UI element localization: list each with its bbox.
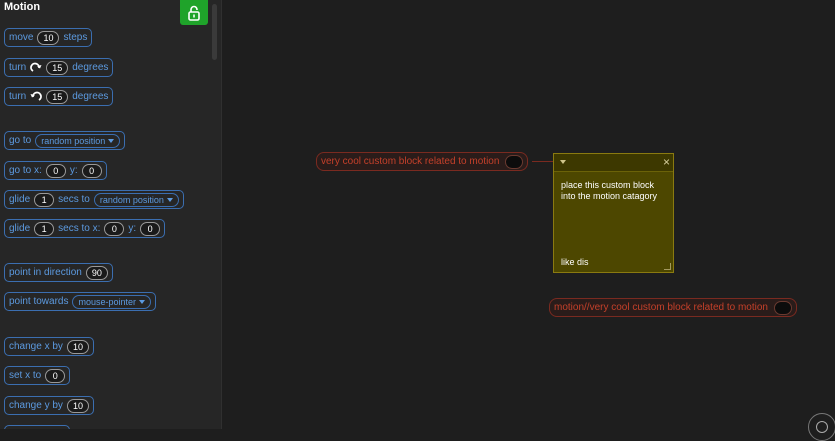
point-towards-block[interactable]: point towards mouse-pointer <box>4 292 157 311</box>
x-input[interactable]: 0 <box>45 163 66 178</box>
close-icon[interactable]: × <box>663 155 670 169</box>
block-label: secs to <box>58 194 90 205</box>
collapse-chevron-icon[interactable] <box>560 160 566 164</box>
set-x-block[interactable]: set x to 0 <box>4 366 71 385</box>
steps-input[interactable]: 10 <box>37 30 60 45</box>
dropdown-value: random position <box>99 194 164 205</box>
boolean-slot[interactable] <box>773 300 792 315</box>
resize-handle-icon[interactable] <box>664 263 671 270</box>
block-label: change x by <box>9 341 63 352</box>
block-label: go to <box>9 135 32 146</box>
block-label: change y by <box>9 400 63 411</box>
category-title: Motion <box>4 1 41 13</box>
secs-input[interactable]: 1 <box>34 192 55 207</box>
block-label: degrees <box>72 62 109 73</box>
secs-input[interactable]: 1 <box>34 221 55 236</box>
rotate-left-icon <box>30 91 43 101</box>
set-y-block-partial[interactable] <box>4 425 70 429</box>
go-to-xy-block[interactable]: go to x: 0 y: 0 <box>4 161 107 180</box>
zoom-icon <box>816 421 828 433</box>
go-to-block[interactable]: go to random position <box>4 131 126 150</box>
rotate-right-icon <box>30 62 42 72</box>
zoom-button[interactable] <box>808 413 835 441</box>
custom-block-definition[interactable]: very cool custom block related to motion <box>316 152 529 171</box>
block-label: secs to x: <box>58 223 101 234</box>
chevron-down-icon <box>139 299 146 304</box>
block-label: glide <box>9 194 31 205</box>
point-in-direction-block[interactable]: point in direction 90 <box>4 263 113 282</box>
block-label: steps <box>63 32 88 43</box>
palette-scrollbar[interactable] <box>212 4 217 60</box>
value-input[interactable]: 10 <box>66 339 89 354</box>
block-label: motion//very cool custom block related t… <box>554 302 768 313</box>
lock-icon <box>188 5 200 21</box>
change-y-block[interactable]: change y by 10 <box>4 396 94 415</box>
block-label: glide <box>9 223 31 234</box>
block-label: set x to <box>9 370 42 381</box>
block-label: y: <box>128 223 137 234</box>
value-input[interactable]: 0 <box>45 368 66 383</box>
glide-xy-block[interactable]: glide 1 secs to x: 0 y: 0 <box>4 219 166 238</box>
turn-right-block[interactable]: turn 15 degrees <box>4 58 114 77</box>
block-label: very cool custom block related to motion <box>321 156 500 167</box>
block-label: degrees <box>72 91 109 102</box>
comment-connector-line <box>532 161 554 162</box>
degrees-input[interactable]: 15 <box>46 89 69 104</box>
chevron-down-icon <box>166 197 173 202</box>
y-input[interactable]: 0 <box>81 163 102 178</box>
degrees-input[interactable]: 15 <box>46 60 69 75</box>
block-label: move <box>9 32 34 43</box>
target-dropdown[interactable]: random position <box>35 133 121 148</box>
comment-textarea[interactable]: place this custom block into the motion … <box>561 180 667 267</box>
y-input[interactable]: 0 <box>140 221 161 236</box>
block-label: y: <box>69 165 78 176</box>
workspace-comment[interactable]: × place this custom block into the motio… <box>553 153 674 273</box>
target-dropdown[interactable]: random position <box>93 192 179 207</box>
comment-header[interactable]: × <box>554 154 673 172</box>
value-input[interactable]: 10 <box>66 398 89 413</box>
chevron-down-icon <box>108 138 115 143</box>
block-label: go to x: <box>9 165 42 176</box>
lock-button[interactable] <box>180 0 208 25</box>
motion-custom-block[interactable]: motion//very cool custom block related t… <box>549 298 797 317</box>
x-input[interactable]: 0 <box>104 221 125 236</box>
direction-input[interactable]: 90 <box>85 265 108 280</box>
glide-to-block[interactable]: glide 1 secs to random position <box>4 190 184 209</box>
block-palette[interactable]: Motion move 10 steps turn 15 degrees tur… <box>0 0 222 429</box>
turn-left-block[interactable]: turn 15 degrees <box>4 87 114 106</box>
block-label: point in direction <box>9 267 82 278</box>
dropdown-value: mouse-pointer <box>78 296 137 307</box>
target-dropdown[interactable]: mouse-pointer <box>72 294 152 309</box>
change-x-block[interactable]: change x by 10 <box>4 337 94 356</box>
block-label: turn <box>9 91 27 102</box>
boolean-slot[interactable] <box>505 154 524 169</box>
block-label: point towards <box>9 296 69 307</box>
block-label: turn <box>9 62 27 73</box>
move-steps-block[interactable]: move 10 steps <box>4 28 93 47</box>
palette-divider <box>221 0 222 429</box>
dropdown-value: random position <box>41 135 106 146</box>
